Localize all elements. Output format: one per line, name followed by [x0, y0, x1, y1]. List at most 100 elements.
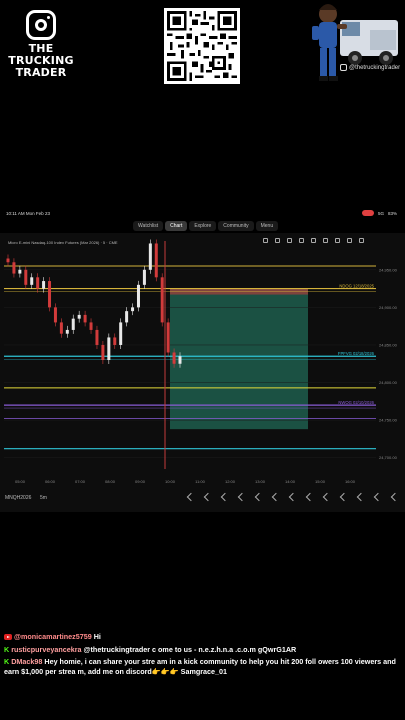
share-icon[interactable] — [373, 492, 383, 502]
price-chart[interactable]: 24,950.00 24,900.00 24,850.00 24,800.00 24,7… — [0, 233, 405, 490]
x-tick-label: 08:00 — [105, 479, 116, 484]
candle-body — [101, 344, 105, 360]
x-tick-label: 10:00 — [165, 479, 176, 484]
drawing-tools — [186, 492, 405, 502]
timeframe-label[interactable]: 5m — [40, 495, 47, 501]
candle-body — [107, 337, 111, 360]
camera-icon[interactable] — [347, 238, 352, 243]
candle-body — [65, 329, 69, 334]
chat-message: @monicamartinez5759 Hi — [4, 632, 399, 642]
trucker-avatar — [312, 4, 398, 81]
social-handle-text: @thetruckingtrader — [349, 64, 401, 71]
settings-icon[interactable] — [323, 238, 328, 243]
candle-body — [154, 243, 158, 278]
indicator-icon[interactable] — [263, 238, 268, 243]
candle-body — [125, 311, 129, 323]
candle-body — [77, 314, 81, 319]
candle-body — [113, 337, 117, 345]
more-icon[interactable] — [356, 492, 366, 502]
measure-tool-icon[interactable] — [271, 492, 281, 502]
x-tick-label: 05:00 — [15, 479, 26, 484]
candle-body — [71, 318, 75, 330]
screen-record-indicator — [361, 210, 374, 216]
candle-body — [131, 307, 135, 312]
candle-body — [42, 281, 46, 289]
chat-text: Hi — [93, 632, 101, 641]
candle-body — [89, 322, 93, 330]
candle-body — [36, 277, 40, 289]
candle-body — [166, 322, 170, 353]
x-tick-label: 11:00 — [195, 479, 205, 484]
tab-menu[interactable]: Menu — [255, 221, 279, 231]
candle-body — [12, 262, 16, 274]
app-tabs: Watchlist Chart Explore Community Menu — [133, 221, 279, 231]
symbol-label[interactable]: MNQH2026 — [5, 495, 31, 501]
fullscreen-icon[interactable] — [335, 238, 340, 243]
candle-body — [83, 314, 87, 323]
x-tick-label: 16:00 — [345, 479, 356, 484]
x-tick-label: 14:00 — [285, 479, 296, 484]
candle-body — [24, 269, 28, 285]
chart-title: Micro E-mini Nasdaq-100 Index Futures (M… — [8, 240, 118, 245]
trucking-trader-logo: THE TRUCKING TRADER — [8, 8, 74, 82]
chat-username: @monicamartinez5759 — [14, 632, 92, 641]
qr-code — [164, 8, 240, 84]
y-tick-label: 24,850.00 — [379, 342, 398, 347]
candle-body — [95, 329, 99, 345]
compare-icon[interactable] — [275, 238, 280, 243]
magnet-icon[interactable] — [288, 492, 298, 502]
x-tick-label: 15:00 — [315, 479, 326, 484]
chart-toolbar — [263, 238, 364, 243]
candle-body — [48, 281, 52, 308]
x-tick-label: 09:00 — [135, 479, 146, 484]
instagram-small-icon — [340, 64, 347, 71]
x-tick-label: 07:00 — [75, 479, 86, 484]
candle-body — [160, 277, 164, 323]
x-tick-label: 06:00 — [45, 479, 56, 484]
signal-indicator: 5G — [377, 210, 384, 216]
tab-chart[interactable]: Chart — [165, 221, 188, 231]
tab-explore[interactable]: Explore — [189, 221, 217, 231]
chat-text: @thetruckingtrader c ome to us - n.e.z.h… — [83, 644, 297, 654]
x-tick-label: 12:00 — [225, 479, 236, 484]
lock-icon[interactable] — [305, 492, 315, 502]
tab-watchlist[interactable]: Watchlist — [133, 221, 164, 231]
layout-icon[interactable] — [390, 492, 400, 502]
candle-body — [59, 322, 63, 334]
pattern-tool-icon[interactable] — [237, 492, 247, 502]
y-tick-label: 24,750.00 — [379, 418, 398, 423]
text-tool-icon[interactable] — [254, 492, 264, 502]
chat-message: K DMack98 Hey homie, i can share your str… — [4, 657, 399, 676]
y-tick-label: 24,950.00 — [379, 267, 398, 272]
candle-body — [148, 243, 152, 270]
logo-line-3: TRADER — [15, 66, 67, 79]
youtube-icon — [4, 634, 12, 641]
redo-icon[interactable] — [311, 238, 316, 243]
live-chat: @monicamartinez5759 Hi Krusticpurveyance… — [4, 632, 399, 679]
draw-tool-icon[interactable] — [186, 492, 196, 502]
chat-username: rusticpurveyancekra — [11, 644, 82, 654]
alert-icon[interactable] — [287, 238, 292, 243]
y-tick-label: 24,900.00 — [379, 305, 398, 310]
trash-icon[interactable] — [339, 492, 349, 502]
social-handle: @thetruckingtrader — [340, 64, 400, 71]
chat-username: DMack98 — [11, 657, 43, 666]
publish-icon[interactable] — [359, 238, 364, 243]
candle-body — [178, 356, 182, 364]
undo-icon[interactable] — [299, 238, 304, 243]
kick-icon: K — [4, 644, 10, 654]
battery-level: 83% — [387, 210, 397, 216]
chat-message: Krusticpurveyancekra @thetruckingtrader … — [4, 645, 399, 655]
candle-body — [53, 307, 57, 323]
candle-body — [119, 322, 123, 345]
eye-icon[interactable] — [322, 492, 332, 502]
chart-bottom-bar: MNQH2026 5m — [0, 490, 405, 512]
candle-body — [18, 269, 22, 274]
candle-body — [6, 258, 10, 263]
trend-line-icon[interactable] — [203, 492, 213, 502]
fib-tool-icon[interactable] — [220, 492, 230, 502]
chat-text: Hey homie, i can share your stre am in a… — [4, 657, 396, 676]
tab-community[interactable]: Community — [218, 221, 254, 231]
key-level-label: NWOG 02/10/2026 — [338, 400, 374, 405]
key-level-label: FPFVG 02/18/2026 — [338, 351, 375, 356]
